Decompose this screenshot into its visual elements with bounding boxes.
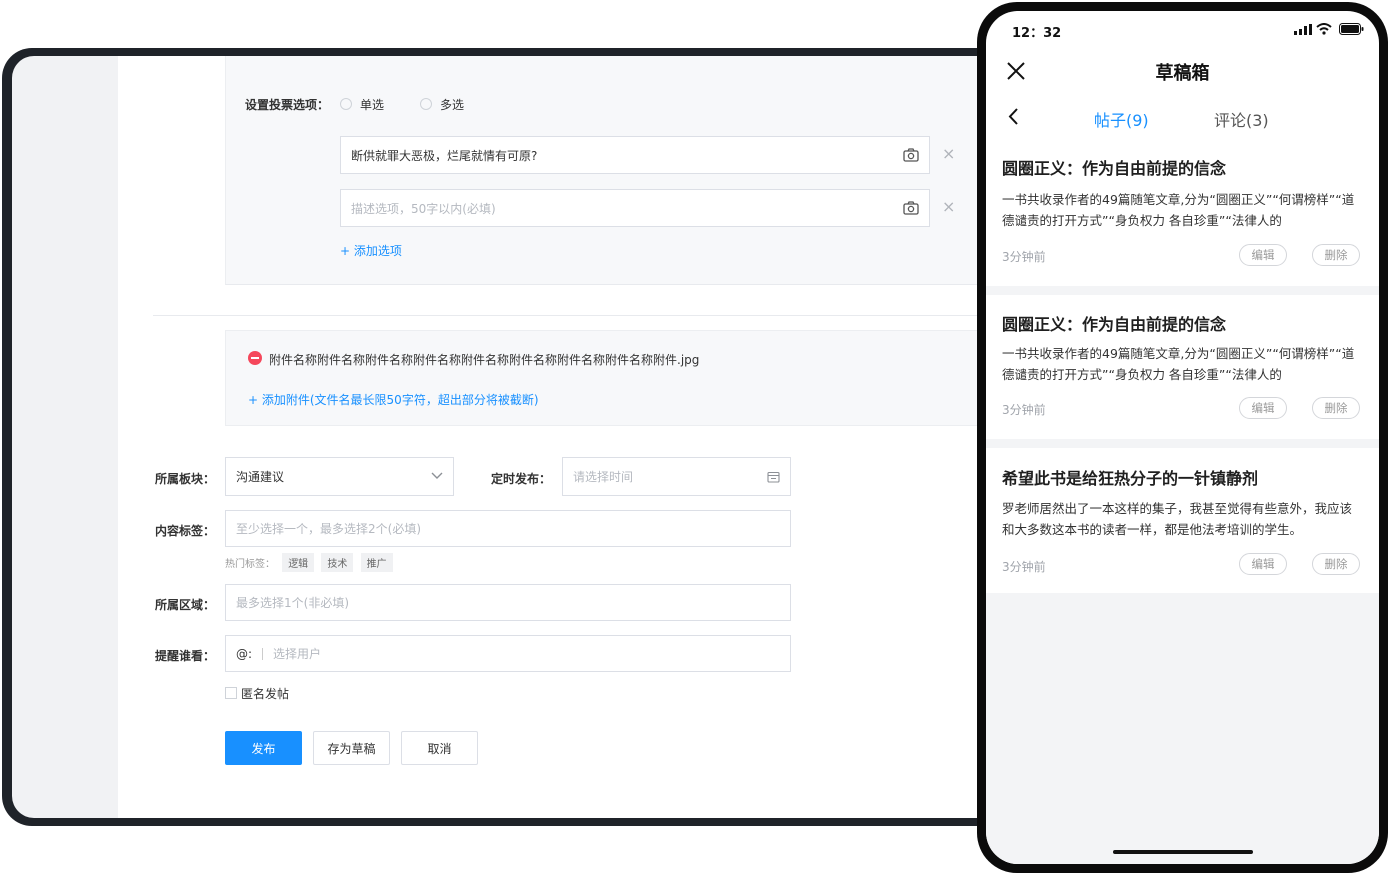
phone-device-frame: 12：32 草稿箱 帖子(9) 评论(3) 圆圈正义：作为自由前提的信念 一书共… [977, 2, 1388, 873]
list-background [986, 593, 1379, 864]
publish-button[interactable]: 发布 [225, 731, 302, 765]
tab-comments[interactable]: 评论(3) [1214, 107, 1269, 131]
draft-title: 圆圈正义：作为自由前提的信念 [1002, 315, 1227, 334]
calendar-icon [767, 471, 780, 483]
save-draft-button[interactable]: 存为草稿 [313, 731, 390, 765]
schedule-label: 定时发布： [491, 472, 552, 486]
divider [986, 439, 1379, 448]
remind-input[interactable]: @: 选择用户 [225, 635, 791, 672]
draft-excerpt: 一书共收录作者的49篇随笔文章,分为“圆圈正义”“何谓榜样”“道德谴责的打开方式… [1002, 192, 1355, 228]
home-indicator [1113, 850, 1253, 854]
vote-option-input-1[interactable]: 断供就罪大恶极，烂尾就情有可原? [340, 136, 930, 174]
delete-button[interactable]: 删除 [1312, 553, 1360, 575]
cancel-button[interactable]: 取消 [401, 731, 478, 765]
edit-button[interactable]: 编辑 [1239, 553, 1287, 575]
draft-title: 圆圈正义：作为自由前提的信念 [1002, 159, 1227, 178]
edit-button[interactable]: 编辑 [1239, 397, 1287, 419]
checkbox-icon [225, 687, 237, 699]
add-attachment-link[interactable]: + 添加附件(文件名最长限50字符，超出部分将被截断) [248, 391, 539, 408]
radio-circle-icon [420, 98, 432, 110]
camera-icon[interactable] [903, 148, 919, 162]
desktop-screen: 设置投票选项： 单选 多选 断供就罪大恶极，烂尾就情有可原? × 描述选项，50… [12, 56, 1002, 818]
attachment-file-name: 附件名称附件名称附件名称附件名称附件名称附件名称附件名称附件名称附件.jpg [269, 353, 700, 367]
schedule-input[interactable]: 请选择时间 [562, 457, 791, 496]
radio-multi[interactable]: 多选 [420, 96, 464, 113]
hot-tag[interactable]: 技术 [321, 553, 354, 572]
vote-option-input-2[interactable]: 描述选项，50字以内(必填) [340, 189, 930, 227]
draft-time: 3分钟前 [1002, 250, 1046, 264]
post-editor-form: 设置投票选项： 单选 多选 断供就罪大恶极，烂尾就情有可原? × 描述选项，50… [118, 56, 1002, 818]
region-label: 所属区域： [155, 598, 216, 612]
remind-label: 提醒谁看： [155, 649, 216, 663]
hot-tag[interactable]: 逻辑 [282, 553, 315, 572]
board-label: 所属板块： [155, 472, 216, 486]
desktop-device-frame: 设置投票选项： 单选 多选 断供就罪大恶极，烂尾就情有可原? × 描述选项，50… [2, 48, 1002, 826]
anonymous-checkbox[interactable]: 匿名发帖 [225, 685, 289, 702]
separator [262, 647, 264, 660]
wifi-icon [1316, 23, 1332, 35]
remove-option-icon[interactable]: × [942, 144, 955, 163]
region-input[interactable]: 最多选择1个(非必填) [225, 584, 791, 621]
divider [153, 315, 1002, 316]
signal-icon [1294, 24, 1312, 35]
draft-excerpt: 罗老师居然出了一本这样的集子，我甚至觉得有些意外，我应该和大多数这本书的读者一样… [1002, 501, 1353, 537]
delete-button[interactable]: 删除 [1312, 244, 1360, 266]
back-arrow-icon[interactable] [1008, 108, 1018, 125]
page-title: 草稿箱 [1155, 63, 1210, 84]
hot-tags: 热门标签： 逻辑 技术 推广 [225, 553, 393, 572]
add-option-link[interactable]: + 添加选项 [340, 242, 402, 259]
draft-card[interactable]: 圆圈正义：作为自由前提的信念 一书共收录作者的49篇随笔文章,分为“圆圈正义”“… [986, 139, 1379, 286]
camera-icon[interactable] [903, 201, 919, 215]
attachment-panel [225, 330, 1002, 426]
remove-attachment-icon[interactable] [248, 351, 262, 365]
hot-tags-label: 热门标签： [225, 559, 275, 570]
divider [986, 286, 1379, 295]
radio-single[interactable]: 单选 [340, 96, 384, 113]
battery-icon [1339, 23, 1364, 35]
draft-card[interactable]: 圆圈正义：作为自由前提的信念 一书共收录作者的49篇随笔文章,分为“圆圈正义”“… [986, 295, 1379, 439]
chevron-down-icon [431, 472, 443, 479]
hot-tag[interactable]: 推广 [360, 553, 393, 572]
remove-option-icon[interactable]: × [942, 197, 955, 216]
edit-button[interactable]: 编辑 [1239, 244, 1287, 266]
tags-input[interactable]: 至少选择一个，最多选择2个(必填) [225, 510, 791, 547]
draft-title: 希望此书是给狂热分子的一针镇静剂 [1002, 469, 1259, 488]
vote-options-label: 设置投票选项： [245, 98, 330, 112]
delete-button[interactable]: 删除 [1312, 397, 1360, 419]
phone-screen: 12：32 草稿箱 帖子(9) 评论(3) 圆圈正义：作为自由前提的信念 一书共… [986, 11, 1379, 864]
draft-time: 3分钟前 [1002, 560, 1046, 574]
draft-excerpt: 一书共收录作者的49篇随笔文章,分为“圆圈正义”“何谓榜样”“道德谴责的打开方式… [1002, 346, 1355, 382]
tab-posts[interactable]: 帖子(9) [1094, 107, 1149, 131]
status-time: 12：32 [1012, 26, 1062, 41]
tags-label: 内容标签： [155, 524, 216, 538]
draft-card[interactable]: 希望此书是给狂热分子的一针镇静剂 罗老师居然出了一本这样的集子，我甚至觉得有些意… [986, 448, 1379, 593]
radio-circle-icon [340, 98, 352, 110]
draft-time: 3分钟前 [1002, 403, 1046, 417]
board-select[interactable]: 沟通建议 [225, 457, 454, 496]
